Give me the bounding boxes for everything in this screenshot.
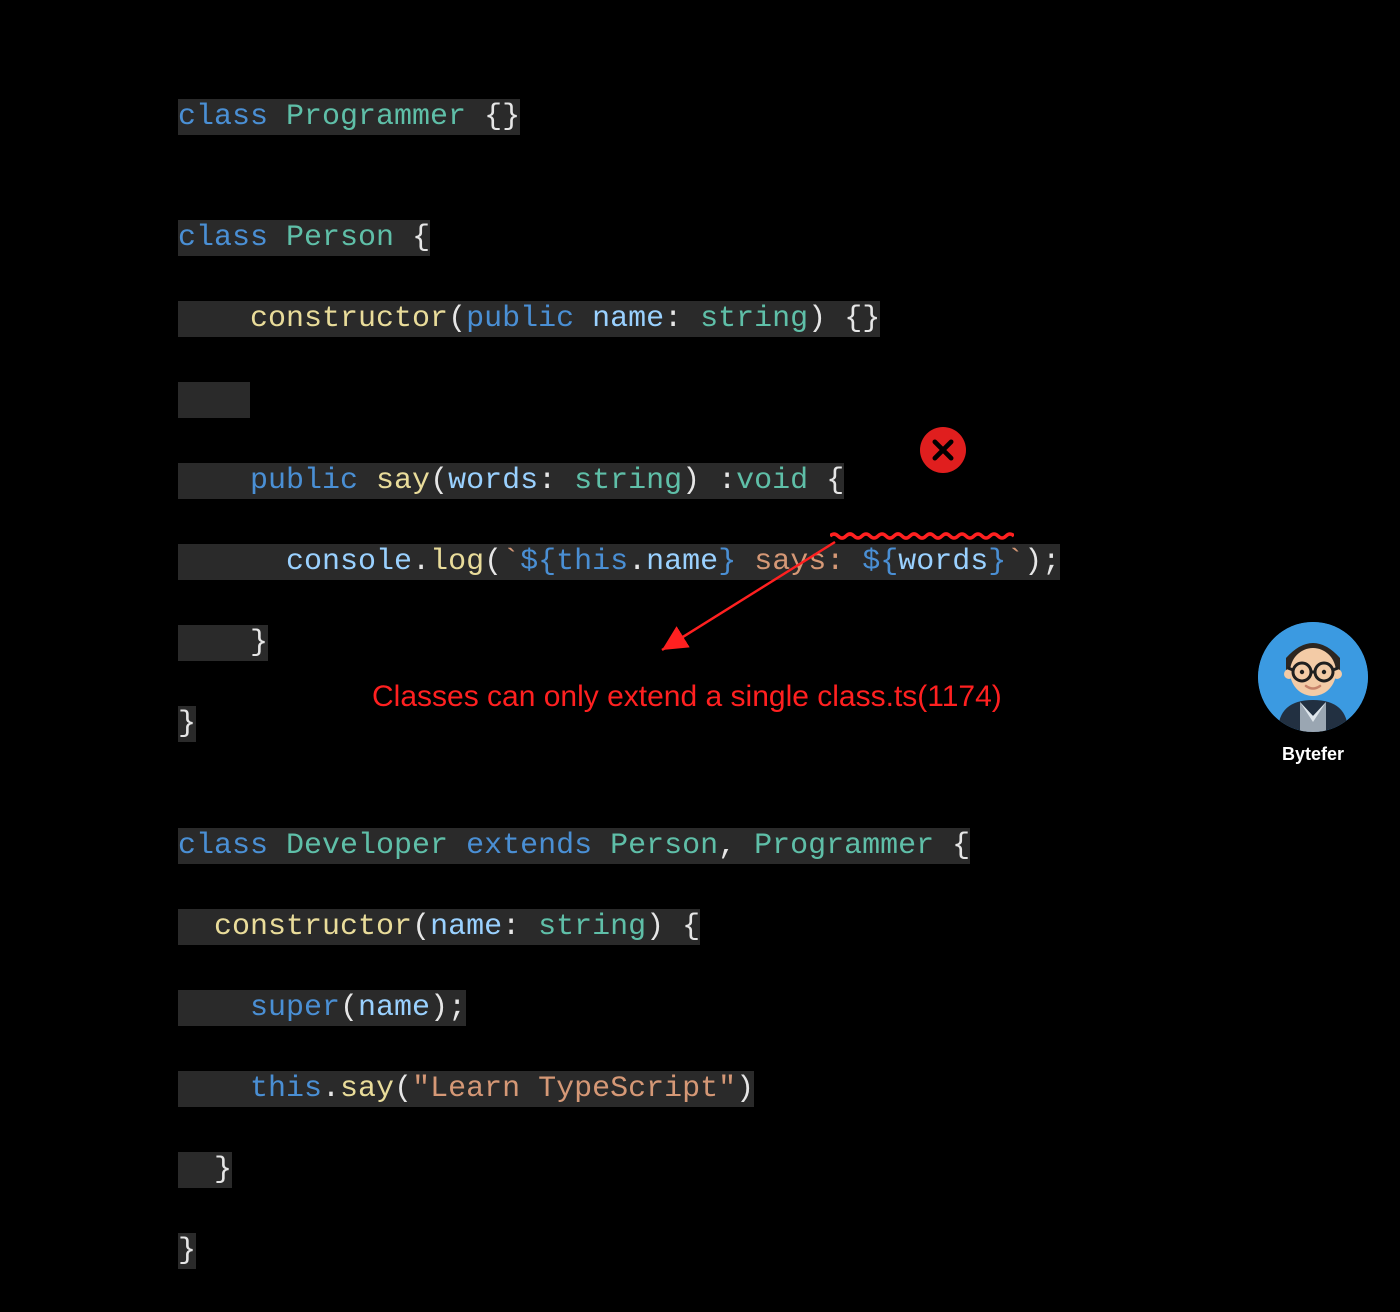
keyword-class: class (178, 100, 286, 134)
error-squiggle (830, 532, 1014, 538)
error-icon (920, 427, 966, 473)
classname: Programmer (286, 100, 466, 134)
error-arrow (640, 540, 840, 684)
author-avatar (1258, 622, 1368, 732)
error-message: Classes can only extend a single class.t… (372, 677, 1002, 718)
author-block: Bytefer (1258, 622, 1368, 766)
author-name: Bytefer (1258, 742, 1368, 766)
